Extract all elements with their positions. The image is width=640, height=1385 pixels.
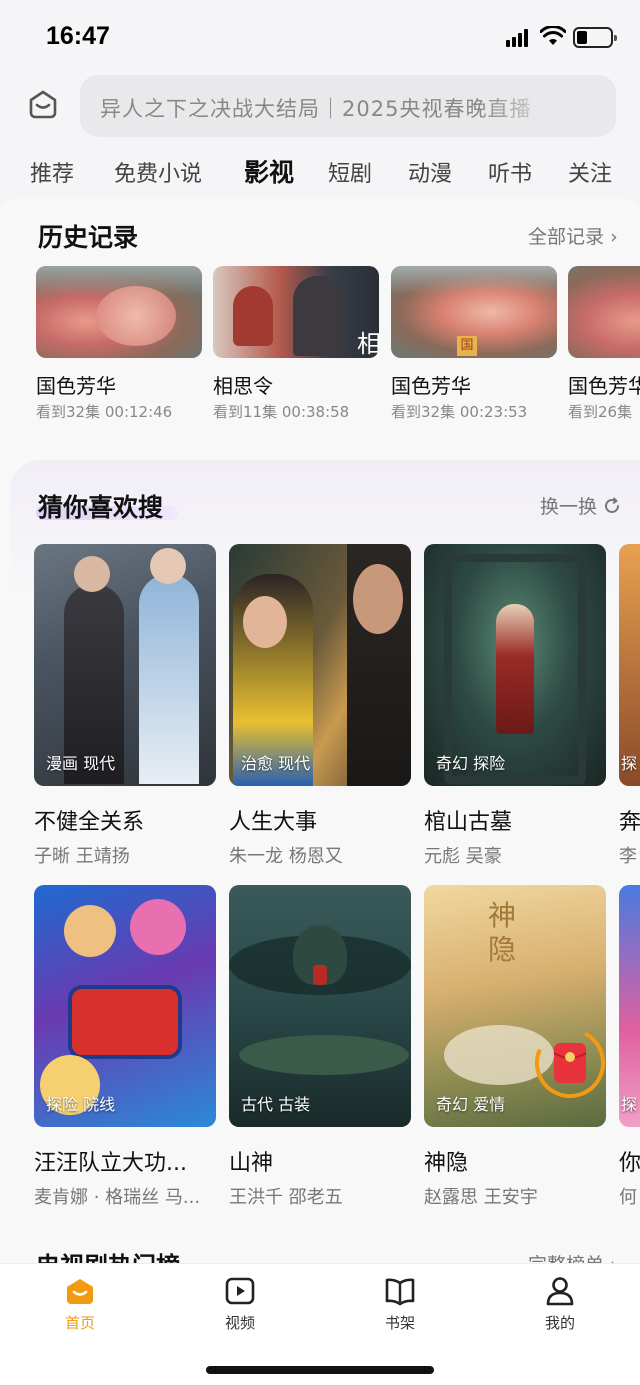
poster-title-art: 神隐	[488, 899, 517, 966]
tab-audiobooks[interactable]: 听书	[488, 156, 532, 188]
battery-icon	[573, 27, 617, 48]
video-title: 奔	[619, 810, 640, 835]
history-item[interactable]: 相 相思令 看到11集 00:38:58	[213, 266, 379, 422]
nav-video-label: 视频	[224, 1314, 255, 1332]
video-cast: 朱一龙 杨恩又	[229, 846, 343, 867]
video-poster: 探	[619, 885, 640, 1127]
history-item-title: 国色芳华	[568, 374, 640, 398]
video-poster: 探	[619, 544, 640, 786]
nav-home-label: 首页	[64, 1314, 95, 1332]
history-item-progress: 看到26集	[568, 403, 633, 421]
tab-anime[interactable]: 动漫	[408, 156, 452, 188]
nav-bookshelf[interactable]: 书架	[360, 1274, 440, 1333]
video-title: 棺山古墓	[424, 810, 513, 835]
history-item-title: 国色芳华	[391, 374, 471, 398]
bottom-navigation: 首页 视频 书架 我的	[0, 1263, 640, 1385]
main-content: 历史记录 全部记录 › 国色芳华 看到32集 00:12:46 相 相思令 看到…	[0, 198, 640, 1268]
video-card[interactable]: 古代 古装 山神 王洪千 邵老五	[229, 885, 411, 1209]
history-thumbnail	[36, 266, 202, 358]
video-cast: 麦肯娜 · 格瑞丝 马...	[34, 1187, 201, 1208]
history-item-progress: 看到11集 00:38:58	[213, 403, 350, 421]
tab-short-drama[interactable]: 短剧	[328, 156, 372, 188]
nav-video[interactable]: 视频	[200, 1274, 280, 1333]
search-input[interactable]: 异人之下之决战大结局｜2025央视春晚直播	[80, 75, 616, 137]
book-icon	[385, 1278, 415, 1306]
video-poster: 探险 院线	[34, 885, 216, 1127]
profile-icon	[546, 1277, 574, 1306]
tab-film-tv[interactable]: 影视	[244, 153, 294, 189]
poster-title-art: 相	[357, 330, 379, 358]
video-cast: 子晰 王靖扬	[34, 846, 130, 867]
poster-seal: 国	[457, 336, 477, 356]
all-history-label: 全部记录	[528, 226, 605, 248]
video-title: 你	[619, 1151, 640, 1176]
poster-genre-tags: 古代 古装	[241, 1095, 311, 1114]
nav-bookshelf-label: 书架	[384, 1314, 415, 1332]
home-icon	[67, 1279, 93, 1304]
tab-recommend[interactable]: 推荐	[30, 156, 74, 188]
video-poster: 奇幻 探险	[424, 544, 606, 786]
history-item[interactable]: 国 国色芳华 看到32集 00:23:53	[391, 266, 557, 422]
poster-genre-tags: 奇幻 爱情	[436, 1095, 506, 1114]
tab-following[interactable]: 关注	[568, 156, 612, 188]
all-history-link[interactable]: 全部记录 ›	[528, 222, 618, 249]
history-thumbnail: 相	[213, 266, 379, 358]
refresh-link[interactable]: 换一换	[540, 492, 621, 519]
status-bar: 16:47	[0, 0, 640, 72]
video-title: 山神	[229, 1151, 274, 1176]
tab-free-novels[interactable]: 免费小说	[114, 156, 202, 188]
history-item[interactable]: 国色芳华 看到26集	[568, 266, 640, 422]
video-card[interactable]: 奇幻 探险 棺山古墓 元彪 吴豪	[424, 544, 606, 868]
video-icon	[225, 1277, 255, 1305]
history-item-progress: 看到32集 00:23:53	[391, 403, 528, 421]
refresh-label: 换一换	[540, 496, 598, 518]
video-card[interactable]: 探 奔 李	[619, 544, 640, 868]
video-cast: 李	[619, 846, 637, 867]
history-item[interactable]: 国色芳华 看到32集 00:12:46	[36, 266, 202, 422]
category-tabs: 推荐 免费小说 影视 短剧 动漫 听书 关注	[0, 148, 640, 198]
guess-title: 猜你喜欢搜	[38, 493, 164, 522]
history-item-title: 相思令	[213, 374, 273, 398]
video-cast: 何	[619, 1187, 637, 1208]
video-cast: 元彪 吴豪	[424, 846, 502, 867]
status-time: 16:47	[46, 22, 110, 50]
wifi-icon	[540, 26, 566, 45]
cellular-signal-icon	[506, 29, 532, 47]
search-row: 异人之下之决战大结局｜2025央视春晚直播	[0, 72, 640, 140]
video-card[interactable]: 探 你 何	[619, 885, 640, 1209]
nav-home[interactable]: 首页	[40, 1274, 120, 1333]
video-poster: 漫画 现代	[34, 544, 216, 786]
video-title: 神隐	[424, 1151, 469, 1176]
video-cast: 赵露思 王安宇	[424, 1187, 538, 1208]
history-item-progress: 看到32集 00:12:46	[36, 403, 173, 421]
video-card[interactable]: 漫画 现代 不健全关系 子晰 王靖扬	[34, 544, 216, 868]
chevron-right-icon: ›	[610, 226, 618, 248]
video-poster: 治愈 现代	[229, 544, 411, 786]
history-thumbnail	[568, 266, 640, 358]
poster-genre-tags: 探	[621, 754, 638, 773]
poster-genre-tags: 治愈 现代	[241, 754, 311, 773]
video-cast: 王洪千 邵老五	[229, 1187, 343, 1208]
video-title: 不健全关系	[34, 810, 145, 835]
video-poster: 古代 古装	[229, 885, 411, 1127]
history-thumbnail: 国	[391, 266, 557, 358]
red-packet-icon[interactable]	[534, 1027, 606, 1099]
refresh-icon	[605, 497, 620, 513]
search-suggestion-text: 异人之下之决战大结局｜2025央视春晚直播	[100, 97, 532, 121]
video-card[interactable]: 探险 院线 汪汪队立大功... 麦肯娜 · 格瑞丝 马...	[34, 885, 216, 1209]
history-item-title: 国色芳华	[36, 374, 116, 398]
poster-genre-tags: 奇幻 探险	[436, 754, 506, 773]
video-title: 人生大事	[229, 810, 318, 835]
video-title: 汪汪队立大功...	[34, 1151, 187, 1176]
home-indicator	[206, 1366, 434, 1374]
poster-genre-tags: 探险 院线	[46, 1095, 116, 1114]
nav-profile-label: 我的	[544, 1314, 575, 1332]
app-logo-icon[interactable]	[26, 88, 60, 122]
poster-genre-tags: 漫画 现代	[46, 754, 116, 773]
video-card[interactable]: 治愈 现代 人生大事 朱一龙 杨恩又	[229, 544, 411, 868]
history-title: 历史记录	[38, 223, 139, 252]
poster-genre-tags: 探	[621, 1095, 638, 1114]
nav-profile[interactable]: 我的	[520, 1274, 600, 1333]
